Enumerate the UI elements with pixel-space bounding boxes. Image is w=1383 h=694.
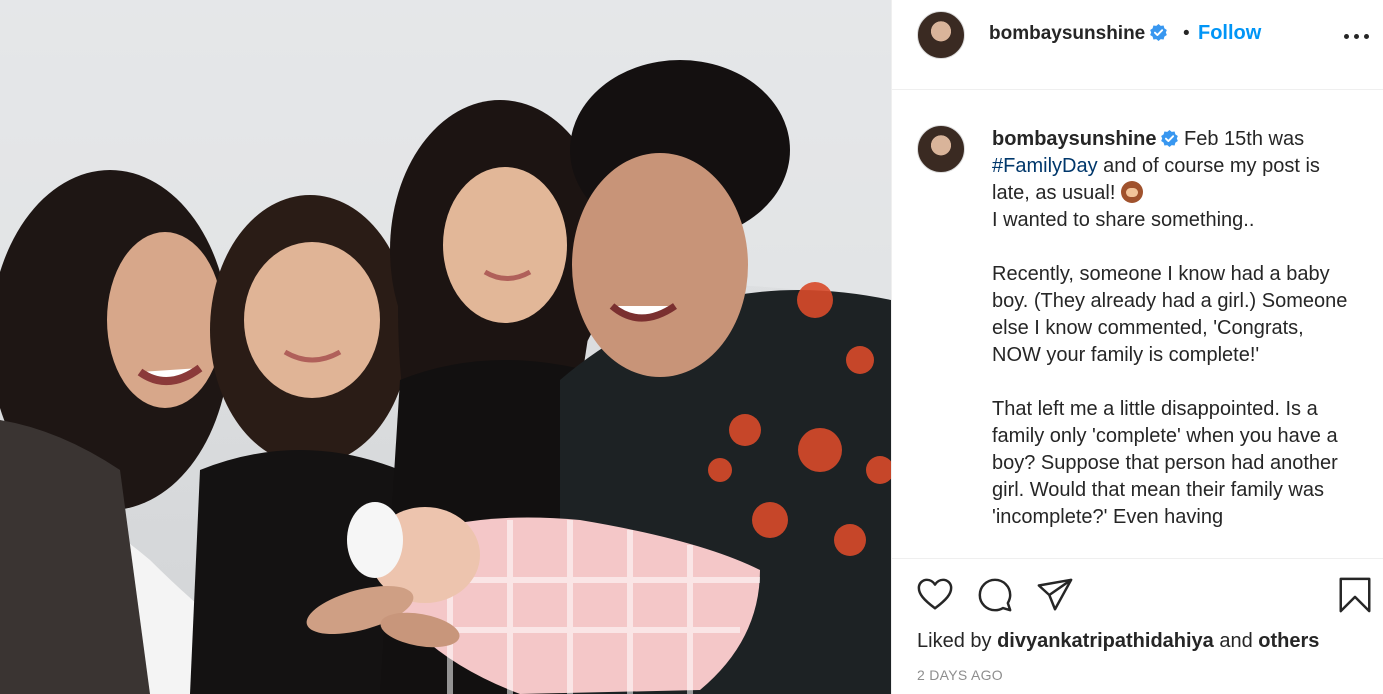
caption-username[interactable]: bombaysunshine xyxy=(992,128,1156,150)
post-header: bombaysunshine • Follow xyxy=(892,0,1383,90)
author-avatar[interactable] xyxy=(917,11,965,59)
liked-by-user-link[interactable]: divyankatripathidahiya xyxy=(997,630,1214,652)
author-username-link[interactable]: bombaysunshine xyxy=(989,23,1168,45)
caption-text-part-3: I wanted to share something.. Recently, … xyxy=(992,209,1348,528)
caption-text-part-1: Feb 15th was xyxy=(1178,128,1310,150)
post-details-panel: bombaysunshine • Follow bombaysunshine F… xyxy=(891,0,1383,694)
post-actions-bar xyxy=(892,560,1383,630)
post-timestamp[interactable]: 2 DAYS AGO xyxy=(917,667,1003,683)
heart-icon[interactable] xyxy=(916,576,954,614)
more-options-icon[interactable] xyxy=(1344,20,1370,50)
liked-by-prefix: Liked by xyxy=(917,630,998,652)
family-photo-illustration xyxy=(0,0,891,694)
share-icon[interactable] xyxy=(1036,576,1074,614)
caption-username-link[interactable]: bombaysunshine xyxy=(992,128,1179,150)
comment-icon[interactable] xyxy=(976,576,1014,614)
hashtag-link[interactable]: #FamilyDay xyxy=(992,155,1098,177)
author-username[interactable]: bombaysunshine xyxy=(989,23,1145,44)
comments-scroll-area[interactable]: bombaysunshine Feb 15th was #FamilyDay a… xyxy=(892,91,1383,559)
liked-by-middle: and xyxy=(1213,630,1259,652)
follow-button[interactable]: Follow xyxy=(1198,22,1261,45)
post-caption: bombaysunshine Feb 15th was #FamilyDay a… xyxy=(992,126,1352,531)
liked-by-others-link[interactable]: others xyxy=(1258,630,1319,652)
bookmark-icon[interactable] xyxy=(1336,576,1374,614)
likes-summary: Liked by divyankatripathidahiya and othe… xyxy=(917,630,1319,653)
post-photo[interactable] xyxy=(0,0,891,694)
header-separator: • xyxy=(1183,23,1190,44)
caption-author-avatar[interactable] xyxy=(917,125,965,173)
see-no-evil-monkey-emoji-icon xyxy=(1120,181,1143,203)
verified-badge-icon xyxy=(1161,130,1179,147)
verified-badge-icon xyxy=(1150,24,1168,41)
